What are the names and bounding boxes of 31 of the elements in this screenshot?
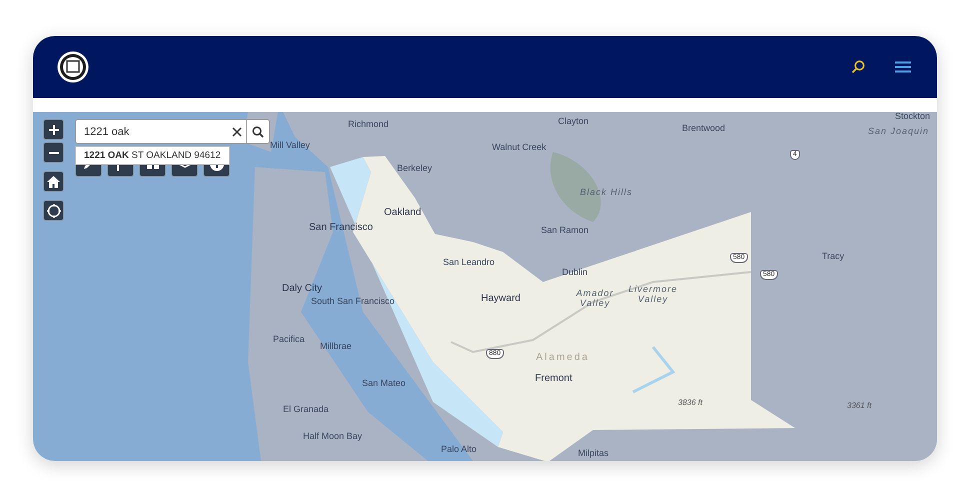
place-label: Berkeley (397, 164, 432, 174)
place-label: San Francisco (309, 222, 373, 233)
place-label: Dublin (562, 268, 588, 278)
place-label: Richmond (348, 120, 389, 130)
place-label: South San Francisco (311, 297, 395, 307)
place-label: Tracy (822, 252, 844, 262)
place-label: El Granada (283, 405, 329, 415)
place-label: Daly City (282, 283, 322, 294)
place-label: Brentwood (682, 124, 726, 134)
place-label: San Mateo (362, 379, 406, 389)
county-label: Alameda (536, 352, 590, 363)
region-label: San Joaquin (868, 127, 930, 137)
place-label: Palo Alto (441, 445, 477, 455)
place-label: Clayton (558, 117, 589, 127)
place-label: Millbrae (320, 342, 352, 352)
place-label: Stockton (895, 112, 930, 122)
place-label: San Ramon (541, 226, 589, 236)
place-label: Mill Valley (270, 141, 310, 151)
region-label: Livermore Valley (627, 285, 678, 305)
elevation-label: 3361 ft (847, 402, 872, 411)
place-label: San Leandro (443, 258, 495, 268)
place-label: Pacifica (273, 335, 305, 345)
elevation-label: 3836 ft (678, 399, 702, 408)
region-label: Amador Valley (575, 289, 615, 309)
place-label: Oakland (384, 207, 422, 218)
place-label: Walnut Creek (492, 143, 546, 153)
region-label: Black Hills (580, 188, 633, 198)
place-label: Fremont (535, 373, 572, 384)
place-label: Hayward (481, 293, 520, 304)
place-label: Half Moon Bay (303, 432, 362, 442)
place-label: Milpitas (578, 449, 609, 459)
